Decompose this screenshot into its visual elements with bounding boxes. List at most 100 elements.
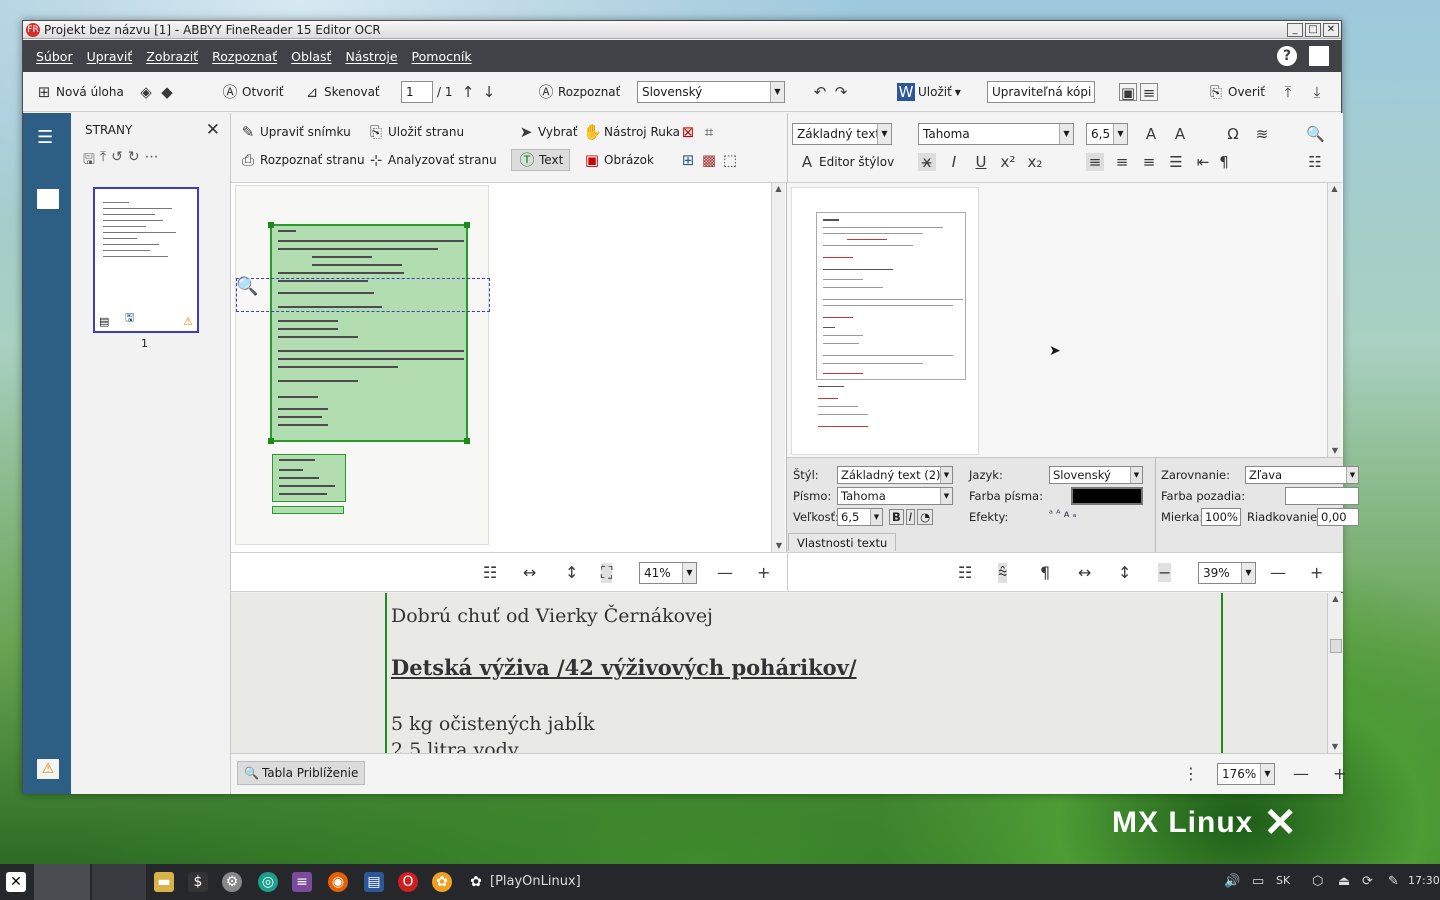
font-color-swatch[interactable] [1071,487,1143,505]
scroll-down-icon[interactable]: ▼ [1328,445,1342,457]
text-properties-tab[interactable]: Vlastnosti textu [788,533,897,551]
crop-frame-icon[interactable]: ⬚ [721,151,739,169]
new-task-button[interactable]: ⊞ Nová úloha [35,82,124,102]
bg-color-swatch[interactable] [1285,487,1359,505]
menu-area[interactable]: Oblasť [291,49,331,64]
clipboard-icon[interactable]: ✎ [1388,874,1399,889]
text-format-buttons[interactable]: x̶ I U x² x₂ [918,153,1047,171]
save-button[interactable]: W Uložiť ▼ [897,82,961,102]
account-icon[interactable] [1309,46,1329,66]
scroll-up-icon[interactable]: ▲ [772,183,785,195]
keyboard-layout-icon[interactable]: SK [1276,874,1290,887]
close-icon[interactable]: ✕ [206,120,220,140]
menu-file[interactable]: Súbor [36,49,73,64]
save-icon[interactable]: 🖫 [83,149,95,173]
package-icon[interactable]: ⬡ [1312,874,1323,889]
arrow-up-icon[interactable]: ↑ [459,83,477,101]
highlight-icon[interactable]: ⩯ [998,563,1008,583]
menu-tools[interactable]: Nástroje [345,49,397,64]
opera-icon[interactable]: O [398,872,418,892]
fit-height-icon[interactable]: ↕ [1118,563,1131,582]
arrow-down-icon[interactable]: ↓ [480,83,498,101]
image-zoom-select[interactable]: 41% ▼ [639,562,697,584]
view-toggle[interactable]: ▣ ≡ [1119,82,1161,102]
list-icon[interactable]: ☰ [1167,153,1185,171]
eject-icon[interactable]: ⏏ [1338,874,1350,889]
page-view-icon[interactable] [37,189,59,209]
zoom-out-icon[interactable]: — [1293,764,1309,783]
display-icon[interactable]: ▭ [1252,874,1264,889]
redo-icon[interactable]: ↷ [832,83,850,101]
select-tool[interactable]: ➤ Vybrať [517,123,578,141]
scan-button[interactable]: ⊿ Skenovať [303,82,380,102]
terminal-icon[interactable]: $ [188,872,208,892]
playonlinux-task[interactable]: [PlayOnLinux] [490,874,581,889]
download-icon[interactable]: ⤓ [1308,83,1326,101]
picture-area-tool[interactable]: ▣ Obrázok [583,151,654,169]
resize-handle[interactable] [464,222,470,228]
list-view-icon[interactable]: ☷ [958,563,972,582]
prop-language-select[interactable]: Slovenský ▼ [1049,466,1143,484]
superscript-icon[interactable]: x² [999,153,1017,171]
update-icon[interactable]: ⟳ [1362,874,1373,889]
style-select[interactable]: Základný text (▼ [792,123,892,145]
help-icon[interactable]: ? [1277,46,1297,66]
text-zoom-select[interactable]: 39% ▼ [1198,562,1256,584]
subscript-icon[interactable]: x₂ [1026,153,1044,171]
text-block-small[interactable] [272,454,346,502]
workspace-1[interactable] [34,864,90,900]
recognize-button[interactable]: Ⓐ Rozpoznať [537,82,620,102]
image-view-icon[interactable]: ▣ [1119,83,1137,102]
document-app-icon[interactable]: ▤ [364,872,384,892]
italic-icon[interactable]: I [905,509,916,525]
closeup-pane[interactable]: Dobrú chuť od Vierky Černákovej Detská v… [231,593,1343,753]
zoom-in-icon[interactable]: + [1333,764,1346,783]
text-block-main[interactable] [268,222,470,444]
menu-help[interactable]: Pomocník [412,49,472,64]
prop-size-select[interactable]: 6,5 ▼ [837,508,883,526]
omega-icon[interactable]: Ω [1224,125,1242,143]
warning-icon[interactable]: ⚠ [37,759,59,779]
menu-recognize[interactable]: Rozpoznať [212,49,277,64]
save-page-button[interactable]: ⎘ Uložiť stranu [367,123,464,141]
zoom-toggle-icon[interactable]: − [1158,563,1172,582]
prop-style-select[interactable]: Základný text (2) ▼ [837,466,953,484]
align-left-icon[interactable]: ≡ [1086,153,1104,171]
books-icon[interactable]: ≡ [292,872,312,892]
table-icon[interactable]: ⊞ [679,151,697,169]
pinwheel-icon[interactable]: ✿ [432,872,452,892]
image-pane[interactable]: 🔍 ▲ ▼ [231,183,787,552]
resize-handle[interactable] [464,438,470,444]
zoom-in-icon[interactable]: + [1310,563,1323,582]
closeup-zoom-select[interactable]: 176% ▼ [1217,763,1275,785]
scroll-up-icon[interactable]: ▲ [1328,183,1341,195]
style-editor-button[interactable]: A Editor štýlov [798,153,894,171]
bold-icon[interactable]: B [889,509,904,525]
prop-font-select[interactable]: Tahoma ▼ [837,487,953,505]
text-view-icon[interactable]: ≡ [1140,83,1158,102]
app-icon-teal[interactable]: ◎ [258,872,278,892]
delete-area-tool[interactable]: ⊠ ⌗ [679,123,721,141]
move-icon[interactable]: ⤒ [100,149,106,173]
color-icon[interactable]: ◔ [917,509,934,525]
fit-page-icon[interactable]: ⛶ [601,563,613,583]
scroll-up-icon[interactable]: ▲ [1328,593,1343,605]
maximize-button[interactable]: □ [1305,22,1321,37]
scroll-down-icon[interactable]: ▼ [1328,741,1342,753]
volume-icon[interactable]: 🔊 [1224,874,1240,889]
text-page[interactable] [791,187,979,455]
align-right-icon[interactable]: ≡ [1140,153,1158,171]
resize-handle[interactable] [268,222,274,228]
page-nav[interactable]: ↑ ↓ [459,82,501,102]
image-scrollbar[interactable]: ▲ ▼ [771,183,785,552]
undo-icon[interactable]: ↶ [811,83,829,101]
fit-width-icon[interactable]: ↔ [1078,563,1091,582]
indent-icon[interactable]: ⇤ [1194,153,1212,171]
zoom-in-icon[interactable]: + [757,563,770,582]
workspace-2[interactable] [92,864,146,900]
effects-buttons[interactable]: ᵃ ᴬ ᴀ ₐ [1049,509,1077,520]
special-tools[interactable]: Ω ≋ [1224,125,1274,143]
menu-edit[interactable]: Upraviť [87,49,133,64]
zoom-out-icon[interactable]: — [1270,563,1286,582]
recognize-page-button[interactable]: ⎙ Rozpoznať stranu [239,151,365,169]
